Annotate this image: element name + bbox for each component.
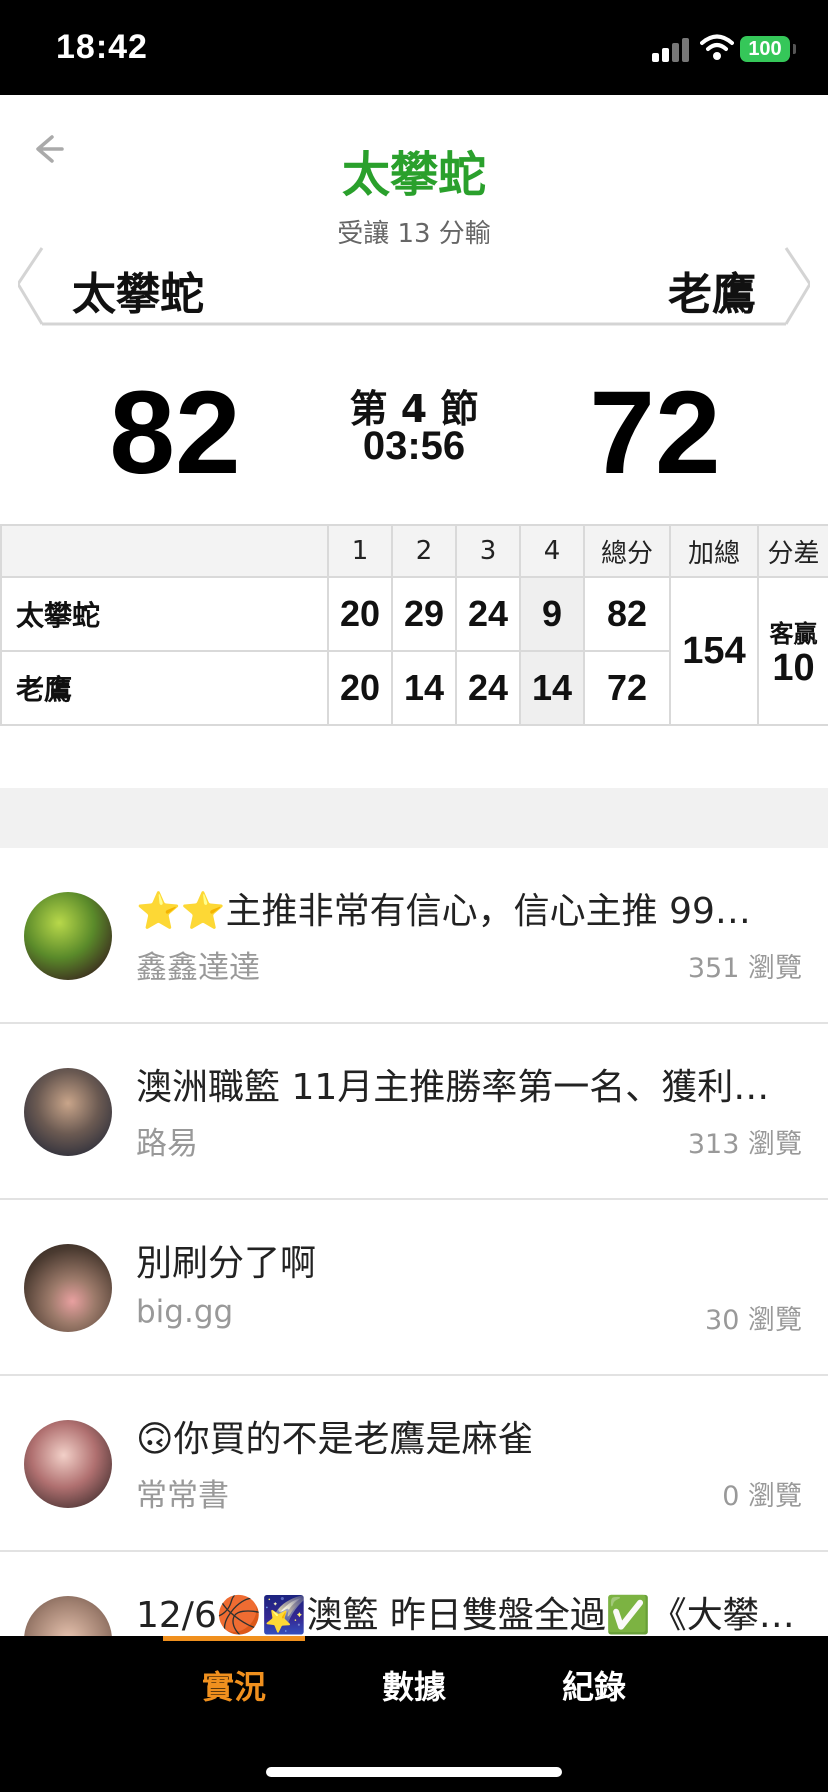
row-q1: 20 [327, 650, 393, 726]
active-tab-indicator [163, 1636, 305, 1641]
post-title: 12/6🏀🌠澳籃 昨日雙盤全過✅《大攀… [136, 1595, 795, 1636]
header-q1: 1 [327, 524, 393, 578]
row-total: 72 [583, 650, 671, 726]
game-subtitle: 受讓 13 分輸 [337, 219, 491, 249]
box-score-table: 1 2 3 4 總分 加總 分差 太攀蛇 20 29 24 9 82 154 客… [0, 524, 828, 726]
status-bar: 18:42 100 [0, 0, 828, 95]
post-views: 30 瀏覽 [705, 1305, 802, 1336]
avatar [24, 1068, 112, 1156]
header-diff: 分差 [757, 524, 828, 578]
post-item[interactable]: 🙃你買的不是老鷹是麻雀 常常書 0 瀏覽 [0, 1376, 828, 1552]
avatar [24, 892, 112, 980]
score-difference: 客贏 10 [757, 576, 828, 726]
box-score-row-home: 太攀蛇 20 29 24 9 82 154 客贏 10 [0, 576, 828, 726]
home-team-name: 太攀蛇 [72, 269, 204, 320]
post-item[interactable]: 別刷分了啊 big.gg 30 瀏覽 [0, 1200, 828, 1376]
game-title: 太攀蛇 [341, 147, 486, 203]
box-score-header-row: 1 2 3 4 總分 加總 分差 [0, 524, 828, 578]
row-q3: 24 [455, 576, 521, 652]
header-empty [0, 524, 329, 578]
avatar [24, 1420, 112, 1508]
row-team-name: 太攀蛇 [0, 576, 329, 652]
row-q2: 29 [391, 576, 457, 652]
row-team-name: 老鷹 [0, 650, 329, 726]
post-views: 313 瀏覽 [687, 1129, 802, 1160]
post-item[interactable]: ⭐⭐主推非常有信心，信心主推 99… 鑫鑫達達 351 瀏覽 [0, 848, 828, 1024]
header-q2: 2 [391, 524, 457, 578]
row-q3: 24 [455, 650, 521, 726]
diff-value: 10 [772, 647, 815, 689]
home-indicator[interactable] [266, 1767, 562, 1777]
battery-icon: 100 [740, 36, 796, 62]
row-q4: 14 [519, 650, 585, 726]
post-author: 路易 [136, 1126, 198, 1162]
avatar [24, 1244, 112, 1332]
diff-label: 客贏 [769, 620, 818, 648]
status-time: 18:42 [56, 28, 148, 66]
cellular-signal-icon [652, 38, 692, 62]
row-q4: 9 [519, 576, 585, 652]
wifi-icon [700, 34, 734, 60]
post-author: big.gg [136, 1294, 234, 1330]
post-author: 鑫鑫達達 [136, 950, 260, 986]
away-score: 72 [589, 367, 721, 499]
row-q1: 20 [327, 576, 393, 652]
post-item[interactable]: 澳洲職籃 11月主推勝率第一名、獲利… 路易 313 瀏覽 [0, 1024, 828, 1200]
tab-records[interactable]: 紀錄 [534, 1662, 654, 1708]
tab-live[interactable]: 實況 [174, 1662, 294, 1708]
post-title: 🙃你買的不是老鷹是麻雀 [136, 1419, 534, 1460]
post-views: 351 瀏覽 [687, 953, 802, 984]
post-title: 別刷分了啊 [136, 1243, 317, 1284]
combined-total: 154 [669, 576, 759, 726]
row-total: 82 [583, 576, 671, 652]
post-title: ⭐⭐主推非常有信心，信心主推 99… [136, 891, 751, 932]
post-title: 澳洲職籃 11月主推勝率第一名、獲利… [136, 1067, 770, 1108]
row-q2: 14 [391, 650, 457, 726]
header-q3: 3 [455, 524, 521, 578]
away-team-name: 老鷹 [668, 269, 756, 320]
section-divider [0, 788, 828, 848]
post-views: 0 瀏覽 [722, 1481, 802, 1512]
tab-stats[interactable]: 數據 [354, 1662, 474, 1708]
header-sum: 加總 [669, 524, 759, 578]
header-total: 總分 [583, 524, 671, 578]
post-author: 常常書 [136, 1478, 229, 1514]
header-q4: 4 [519, 524, 585, 578]
